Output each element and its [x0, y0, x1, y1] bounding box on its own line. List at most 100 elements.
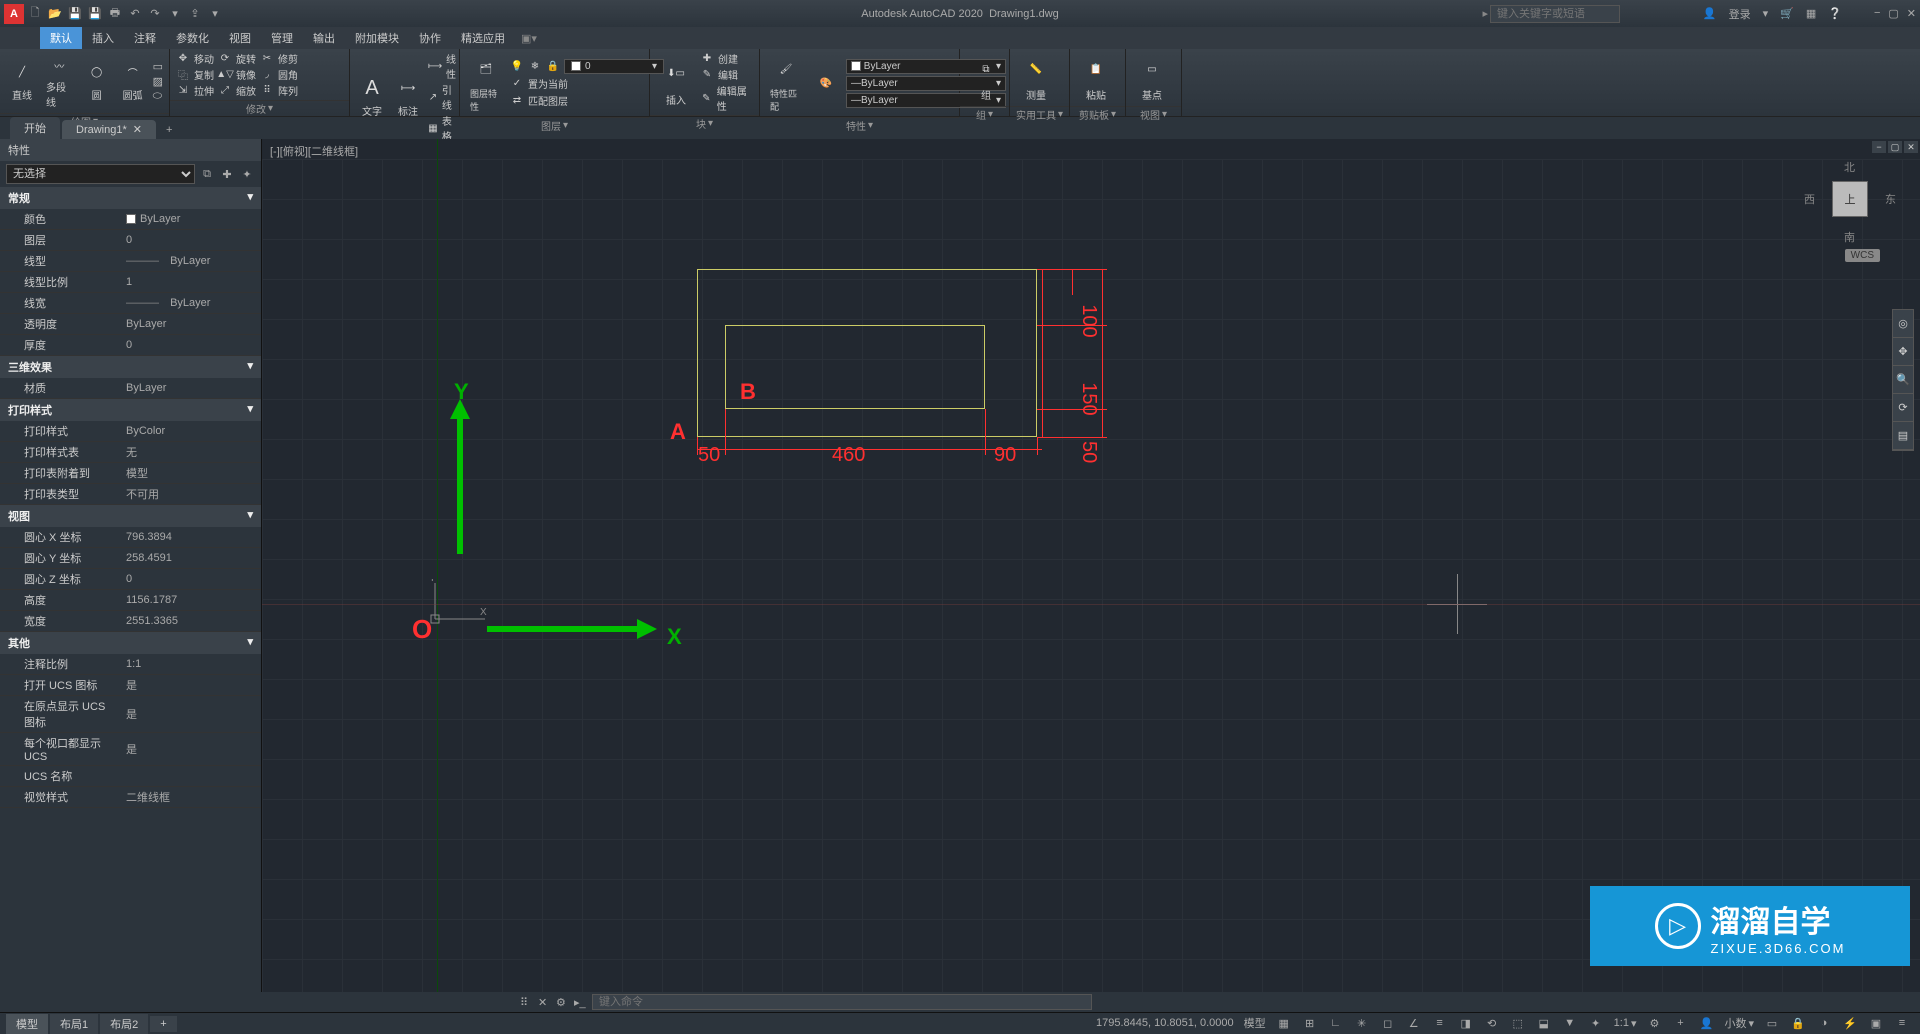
- cmd-close-icon[interactable]: ✕: [538, 996, 552, 1009]
- nav-orbit-icon[interactable]: ⟳: [1893, 394, 1913, 422]
- maximize-icon[interactable]: ▢: [1888, 7, 1898, 20]
- vp-close-icon[interactable]: ✕: [1904, 141, 1918, 153]
- otrack-toggle-icon[interactable]: ∠: [1406, 1015, 1422, 1031]
- prop-vs-value[interactable]: 二维线框: [120, 787, 261, 807]
- edit-block-button[interactable]: ✎编辑: [700, 67, 753, 82]
- base-button[interactable]: ▭基点: [1132, 51, 1172, 104]
- layer-bulb-icon[interactable]: 💡: [510, 59, 524, 73]
- prop-ucs1-value[interactable]: 是: [120, 675, 261, 695]
- tab-layout1[interactable]: 布局1: [50, 1014, 98, 1034]
- group-3d[interactable]: 三维效果▾: [0, 356, 261, 378]
- qat-save-icon[interactable]: 💾: [68, 7, 82, 21]
- ellipse-icon[interactable]: ⬭: [153, 90, 163, 103]
- panel-clip-title[interactable]: 剪贴板 ▾: [1070, 106, 1125, 122]
- prop-ltscale-value[interactable]: 1: [120, 272, 261, 292]
- paste-button[interactable]: 📋粘贴: [1076, 51, 1116, 104]
- viewcube-top-face[interactable]: 上: [1832, 181, 1868, 217]
- prop-layer-value[interactable]: 0: [120, 230, 261, 250]
- viewcube-east[interactable]: 东: [1885, 191, 1896, 207]
- create-block-button[interactable]: ✚创建: [700, 51, 753, 66]
- app-logo[interactable]: A: [4, 4, 24, 24]
- status-scale[interactable]: 1:1▾: [1612, 1017, 1639, 1030]
- panel-group-title[interactable]: 组 ▾: [960, 106, 1009, 122]
- tab-close-icon[interactable]: ✕: [133, 123, 142, 136]
- tab-start[interactable]: 开始: [10, 117, 60, 139]
- search-arrow-icon[interactable]: ▸: [1482, 7, 1488, 20]
- fillet-button[interactable]: ◞圆角: [260, 67, 298, 82]
- nav-zoom-icon[interactable]: 🔍: [1893, 366, 1913, 394]
- tab-collab[interactable]: 协作: [409, 27, 451, 49]
- cart-icon[interactable]: 🛒: [1780, 7, 1794, 20]
- clean-screen-icon[interactable]: ▣: [1868, 1015, 1884, 1031]
- vp-minimize-icon[interactable]: −: [1872, 141, 1886, 153]
- mirror-button[interactable]: ▲▽镜像: [218, 67, 256, 82]
- close-icon[interactable]: ✕: [1907, 7, 1916, 20]
- snap-toggle-icon[interactable]: ⊞: [1302, 1015, 1318, 1031]
- hatch-icon[interactable]: ▨: [153, 75, 163, 88]
- 3dosnap-icon[interactable]: ⬚: [1510, 1015, 1526, 1031]
- qat-share-icon[interactable]: ⇪: [188, 7, 202, 21]
- tab-expand-icon[interactable]: ▣▾: [515, 32, 543, 45]
- copy-button[interactable]: ⿻复制: [176, 67, 214, 82]
- viewport-label[interactable]: [-][俯视][二维线框]: [270, 143, 358, 159]
- vp-maximize-icon[interactable]: ▢: [1888, 141, 1902, 153]
- tab-layout2[interactable]: 布局2: [100, 1014, 148, 1034]
- command-input[interactable]: [592, 994, 1092, 1010]
- polar-toggle-icon[interactable]: ✳: [1354, 1015, 1370, 1031]
- layerprops-button[interactable]: 🗂图层特性: [466, 51, 506, 115]
- rect-icon[interactable]: ▭: [153, 60, 163, 73]
- selection-filter-icon[interactable]: ▼: [1562, 1015, 1578, 1031]
- ortho-toggle-icon[interactable]: ∟: [1328, 1015, 1344, 1031]
- prop-pst-value[interactable]: 无: [120, 442, 261, 462]
- arc-button[interactable]: ⌒圆弧: [117, 59, 149, 104]
- panel-modify-title[interactable]: 修改 ▾: [170, 100, 349, 116]
- signin-dropdown-icon[interactable]: ▾: [1763, 7, 1769, 20]
- cmd-settings-icon[interactable]: ⚙: [556, 996, 570, 1009]
- dynucs-icon[interactable]: ⬓: [1536, 1015, 1552, 1031]
- prop-cz-value[interactable]: 0: [120, 569, 261, 589]
- rotate-button[interactable]: ⟳旋转: [218, 51, 256, 66]
- prop-lweight-value[interactable]: ——— ByLayer: [120, 293, 261, 313]
- drawing-viewport[interactable]: [-][俯视][二维线框] − ▢ ✕ X Y: [262, 139, 1920, 992]
- qat-redo-icon[interactable]: ↷: [148, 7, 162, 21]
- measure-button[interactable]: 📏测量: [1016, 51, 1056, 104]
- insert-button[interactable]: ⬇▭插入: [656, 56, 696, 109]
- app-switcher-icon[interactable]: ▦: [1806, 7, 1816, 20]
- tab-addins[interactable]: 附加模块: [345, 27, 409, 49]
- nav-showmotion-icon[interactable]: ▤: [1893, 422, 1913, 450]
- qat-open-icon[interactable]: 📂: [48, 7, 62, 21]
- prop-psa-value[interactable]: 模型: [120, 463, 261, 483]
- tab-drawing1[interactable]: Drawing1*✕: [62, 120, 156, 139]
- array-button[interactable]: ⠿阵列: [260, 83, 298, 98]
- annotation-icon[interactable]: 👤: [1698, 1015, 1714, 1031]
- dim-button[interactable]: ⟼标注: [392, 75, 424, 120]
- status-model-button[interactable]: 模型: [1242, 1015, 1268, 1031]
- customize-icon[interactable]: ≡: [1894, 1015, 1910, 1031]
- scale-button[interactable]: ⤢缩放: [218, 83, 256, 98]
- transparency-toggle-icon[interactable]: ◨: [1458, 1015, 1474, 1031]
- tab-parametric[interactable]: 参数化: [166, 27, 219, 49]
- prop-ucs2-value[interactable]: 是: [120, 696, 261, 732]
- qat-plot-icon[interactable]: 🖶: [108, 7, 122, 21]
- qat-dropdown-icon[interactable]: ▾: [168, 7, 182, 21]
- tab-model[interactable]: 模型: [6, 1014, 48, 1034]
- panel-props-title[interactable]: 特性 ▾: [760, 117, 959, 133]
- help-icon[interactable]: ❔: [1828, 7, 1842, 20]
- panel-util-title[interactable]: 实用工具 ▾: [1010, 106, 1069, 122]
- prop-ltype-value[interactable]: ——— ByLayer: [120, 251, 261, 271]
- signin-icon[interactable]: 👤: [1703, 7, 1717, 20]
- linetype-button[interactable]: ⟼线性: [428, 51, 456, 81]
- group-view[interactable]: 视图▾: [0, 505, 261, 527]
- prop-color-value[interactable]: ByLayer: [120, 209, 261, 229]
- leader-button[interactable]: ↗引线: [428, 82, 456, 112]
- workspace-icon[interactable]: +: [1672, 1015, 1688, 1031]
- hardware-accel-icon[interactable]: ⚡: [1842, 1015, 1858, 1031]
- grid-toggle-icon[interactable]: ▦: [1276, 1015, 1292, 1031]
- prop-mat-value[interactable]: ByLayer: [120, 378, 261, 398]
- circle-button[interactable]: ◯圆: [81, 59, 113, 104]
- tab-featured[interactable]: 精选应用: [451, 27, 515, 49]
- selectall-icon[interactable]: ✚: [219, 166, 235, 182]
- editattr-button[interactable]: ✎编辑属性: [700, 83, 753, 113]
- minimize-icon[interactable]: −: [1874, 7, 1880, 20]
- lock-ui-icon[interactable]: 🔒: [1790, 1015, 1806, 1031]
